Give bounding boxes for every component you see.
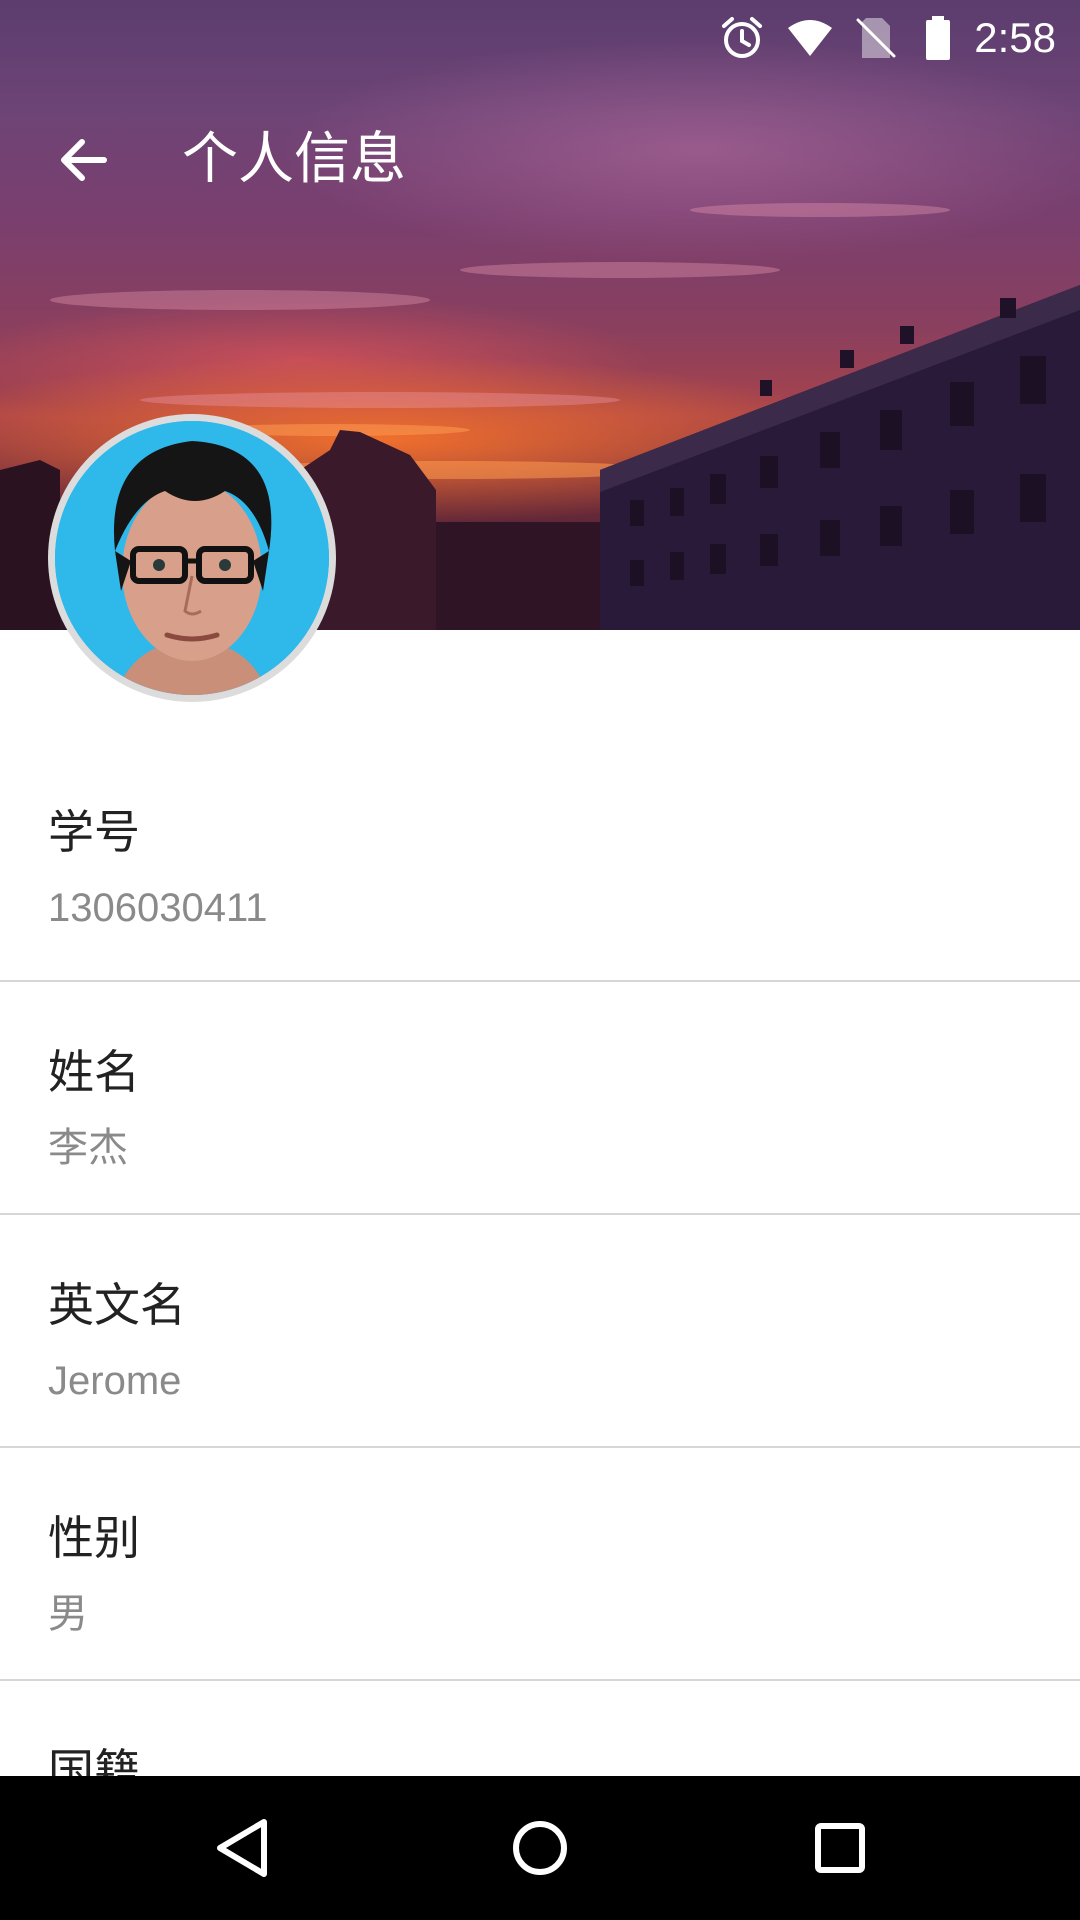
navigation-bar [0, 1776, 1080, 1920]
nav-recents-icon [815, 1823, 865, 1873]
list-item-nationality[interactable]: 国籍 [0, 1681, 1080, 1776]
field-value: 1306030411 [48, 886, 268, 930]
info-list: 学号 1306030411 姓名 李杰 英文名 Jerome 性别 男 国籍 [0, 630, 1080, 1776]
field-label: 性别 [48, 1511, 140, 1565]
nav-recents-button[interactable] [798, 1806, 882, 1890]
status-time: 2:58 [974, 14, 1056, 61]
avatar[interactable] [48, 414, 336, 702]
profile-screen: 2:58 个人信息 学号 1306030411 姓名 李杰 英文名 Jerome… [0, 0, 1080, 1920]
field-value: Jerome [48, 1359, 182, 1403]
battery-icon [914, 14, 962, 62]
field-label: 国籍 [48, 1744, 140, 1776]
field-value: 男 [48, 1592, 88, 1636]
no-sim-icon [852, 14, 900, 62]
profile-photo [55, 421, 329, 695]
field-value: 李杰 [48, 1126, 128, 1170]
page-title: 个人信息 [182, 127, 406, 192]
wifi-icon [786, 14, 834, 62]
alarm-icon [718, 14, 766, 62]
list-item-english-name[interactable]: 英文名 Jerome [0, 1215, 1080, 1448]
field-label: 英文名 [48, 1278, 186, 1332]
arrow-left-icon [61, 139, 107, 181]
field-label: 姓名 [48, 1045, 140, 1099]
nav-home-icon [513, 1821, 567, 1875]
nav-home-button[interactable] [498, 1806, 582, 1890]
field-label: 学号 [48, 805, 140, 859]
back-button[interactable] [44, 120, 124, 200]
nav-back-button[interactable] [200, 1806, 284, 1890]
list-item-name[interactable]: 姓名 李杰 [0, 982, 1080, 1215]
list-item-gender[interactable]: 性别 男 [0, 1448, 1080, 1681]
status-bar: 2:58 [0, 0, 1080, 78]
nav-back-icon [217, 1819, 267, 1877]
toolbar: 个人信息 [0, 100, 1080, 220]
